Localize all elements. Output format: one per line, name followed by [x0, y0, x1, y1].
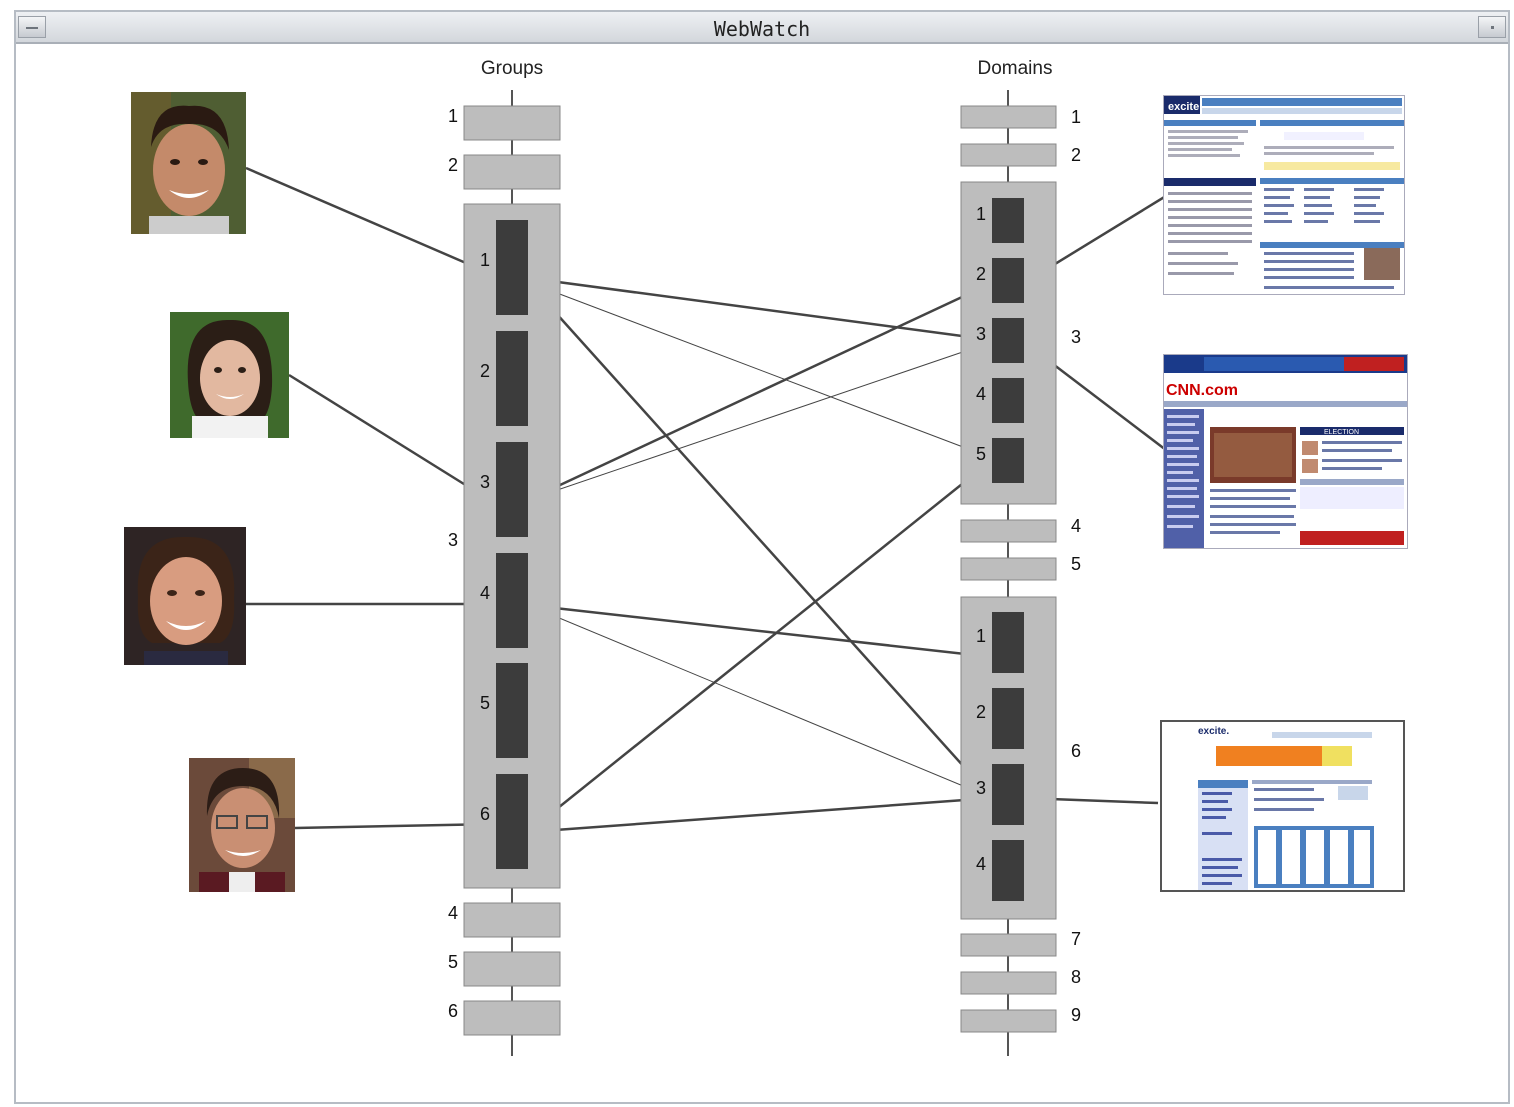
domain-expanded-6-label: 6 — [1071, 741, 1081, 761]
group-subitem-2[interactable] — [496, 331, 528, 426]
person-photo-1[interactable] — [131, 92, 246, 234]
group-subitem-3[interactable] — [496, 442, 528, 537]
group-subitem-label-5: 5 — [480, 693, 490, 713]
groups-header: Groups — [481, 58, 543, 79]
excite-portal-thumbnail[interactable]: excite — [1163, 95, 1405, 295]
groups-column: Groups 1 2 3 1 2 3 4 5 6 4 5 6 — [448, 58, 561, 1056]
group-item-label-5: 5 — [448, 952, 458, 972]
cnn-thumbnail[interactable]: CNN.com ELECTION — [1163, 354, 1408, 549]
cnn-logo: CNN.com — [1166, 382, 1238, 399]
domain-6-subitem-label-3: 3 — [976, 778, 986, 798]
group-subitem-label-1: 1 — [480, 250, 490, 270]
excite-travel-logo: excite. — [1198, 726, 1229, 737]
domain-3-subitem-5[interactable] — [992, 438, 1024, 483]
group-subitem-1[interactable] — [496, 220, 528, 315]
election-banner: ELECTION — [1324, 429, 1359, 436]
group-item-label-2: 2 — [448, 155, 458, 175]
domain-expanded-3-label: 3 — [1071, 327, 1081, 347]
person-photo-4[interactable] — [189, 758, 295, 892]
group-item-2[interactable] — [463, 154, 561, 190]
group-item-label-6: 6 — [448, 1001, 458, 1021]
group-item-label-4: 4 — [448, 903, 458, 923]
group-item-4[interactable] — [463, 902, 561, 938]
group-item-label-1: 1 — [448, 106, 458, 126]
domain-6-subitem-label-4: 4 — [976, 854, 986, 874]
domain-6-subitem-2[interactable] — [992, 688, 1024, 749]
group-item-1[interactable] — [463, 105, 561, 141]
domains-header: Domains — [978, 58, 1053, 79]
domain-item-label-4: 4 — [1071, 516, 1081, 536]
domain-item-2[interactable] — [960, 143, 1057, 167]
domain-item-9[interactable] — [960, 1009, 1057, 1033]
group-item-6[interactable] — [463, 1000, 561, 1036]
domain-3-subitem-label-2: 2 — [976, 264, 986, 284]
excite-travel-thumbnail[interactable]: excite. — [1160, 720, 1405, 892]
link-person1-group1 — [245, 166, 497, 278]
domain-3-subitem-1[interactable] — [992, 198, 1024, 243]
domain-item-label-8: 8 — [1071, 967, 1081, 987]
group-subitem-5[interactable] — [496, 663, 528, 758]
link-g6-d6b3 — [527, 796, 993, 834]
domain-3-subitem-label-4: 4 — [976, 384, 986, 404]
link-g1-d6b3 — [527, 281, 993, 799]
excite-logo: excite — [1168, 101, 1199, 113]
link-g1-d3a3 — [527, 276, 993, 342]
domain-6-subitem-label-1: 1 — [976, 626, 986, 646]
group-item-5[interactable] — [463, 951, 561, 987]
group-subitem-label-2: 2 — [480, 361, 490, 381]
link-g6-d3a5 — [527, 459, 993, 833]
link-g3-d3a2 — [527, 281, 993, 502]
domain-3-subitem-3[interactable] — [992, 318, 1024, 363]
domain-item-label-9: 9 — [1071, 1005, 1081, 1025]
domain-6-subitem-1[interactable] — [992, 612, 1024, 673]
link-g3-d3a3 — [527, 341, 993, 501]
group-subitem-4[interactable] — [496, 553, 528, 648]
domain-item-4[interactable] — [960, 519, 1057, 543]
person-photo-2[interactable] — [170, 312, 289, 438]
domain-3-subitem-label-1: 1 — [976, 204, 986, 224]
domain-3-subitem-label-3: 3 — [976, 324, 986, 344]
person-photo-3[interactable] — [124, 527, 246, 665]
domain-item-label-5: 5 — [1071, 554, 1081, 574]
domain-item-label-7: 7 — [1071, 929, 1081, 949]
group-subitem-label-6: 6 — [480, 804, 490, 824]
group-subitem-label-4: 4 — [480, 583, 490, 603]
domain-item-8[interactable] — [960, 971, 1057, 995]
domain-6-subitem-label-2: 2 — [976, 702, 986, 722]
domain-item-5[interactable] — [960, 557, 1057, 581]
domain-3-subitem-4[interactable] — [992, 378, 1024, 423]
domain-3-subitem-label-5: 5 — [976, 444, 986, 464]
group-expanded-label: 3 — [448, 530, 458, 550]
link-g4-d6b1 — [527, 603, 993, 659]
link-g4-d6b3 — [527, 604, 993, 799]
domain-6-subitem-3[interactable] — [992, 764, 1024, 825]
group-subitem-6[interactable] — [496, 774, 528, 869]
domain-item-label-2: 2 — [1071, 145, 1081, 165]
domain-6-subitem-4[interactable] — [992, 840, 1024, 901]
group-subitem-label-3: 3 — [480, 472, 490, 492]
domain-item-7[interactable] — [960, 933, 1057, 957]
domain-item-label-1: 1 — [1071, 107, 1081, 127]
domain-item-1[interactable] — [960, 105, 1057, 129]
domain-3-subitem-2[interactable] — [992, 258, 1024, 303]
domains-column: Domains 1 2 3 1 2 3 4 5 4 5 6 1 2 3 4 7 8 9 — [960, 58, 1081, 1056]
